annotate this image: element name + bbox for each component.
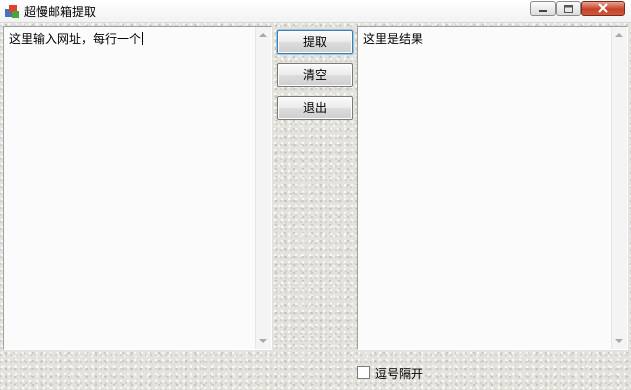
scroll-up-icon[interactable]	[615, 32, 623, 38]
result-textarea[interactable]: 这里是结果	[357, 26, 628, 350]
scroll-up-icon[interactable]	[259, 32, 267, 38]
close-button[interactable]	[581, 1, 625, 16]
result-vertical-scrollbar[interactable]	[611, 27, 627, 349]
url-input-textarea[interactable]: 这里输入网址，每行一个	[3, 26, 272, 350]
input-vertical-scrollbar[interactable]	[255, 27, 271, 349]
maximize-icon	[564, 5, 573, 13]
comma-separated-label[interactable]: 逗号隔开	[375, 365, 423, 382]
scroll-down-icon[interactable]	[259, 338, 267, 344]
app-window: 超慢邮箱提取 这里输入网址，每行一个 提取 清空 退出 这里是结果 逗号隔开	[0, 0, 631, 390]
maximize-button[interactable]	[556, 1, 581, 16]
comma-separated-checkbox[interactable]	[357, 366, 370, 379]
minimize-icon	[539, 10, 547, 12]
title-bar[interactable]: 超慢邮箱提取	[0, 0, 631, 23]
window-title: 超慢邮箱提取	[24, 5, 97, 19]
text-caret	[142, 32, 144, 45]
close-icon	[598, 3, 608, 13]
extract-button[interactable]: 提取	[277, 30, 353, 54]
minimize-button[interactable]	[530, 1, 556, 16]
exit-button[interactable]: 退出	[277, 96, 353, 120]
scroll-down-icon[interactable]	[615, 338, 623, 344]
clear-button[interactable]: 清空	[277, 63, 353, 87]
url-input-text: 这里输入网址，每行一个	[9, 32, 144, 46]
result-text: 这里是结果	[363, 32, 424, 46]
app-icon	[5, 5, 19, 18]
